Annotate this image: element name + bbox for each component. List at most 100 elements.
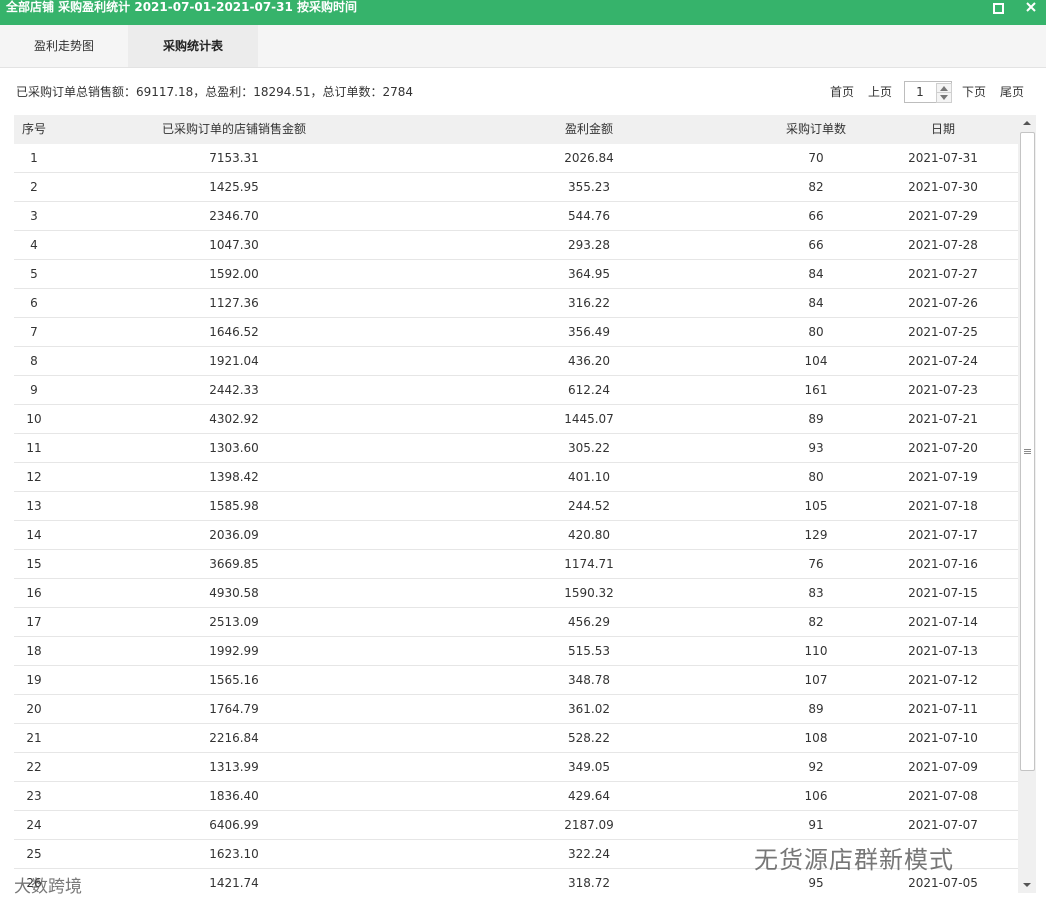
cell-profit-amount: 318.72: [568, 876, 610, 890]
cell-profit-amount: 2187.09: [564, 818, 614, 832]
prev-page-link[interactable]: 上页: [868, 82, 892, 102]
table-row[interactable]: 9 2442.33 612.24 161 2021-07-23: [14, 376, 1018, 405]
first-page-link[interactable]: 首页: [830, 82, 854, 102]
cell-index: 22: [26, 760, 42, 774]
cell-sales-amount: 2346.70: [209, 209, 259, 223]
cell-index: 3: [30, 209, 38, 223]
cell-profit-amount: 356.49: [568, 325, 610, 339]
last-page-link[interactable]: 尾页: [1000, 82, 1024, 102]
table-row[interactable]: 12 1398.42 401.10 80 2021-07-19: [14, 463, 1018, 492]
cell-date: 2021-07-31: [908, 151, 978, 165]
watermark-left: 大数跨境: [14, 877, 82, 897]
cell-order-count: 83: [808, 586, 824, 600]
table-row[interactable]: 2 1425.95 355.23 82 2021-07-30: [14, 173, 1018, 202]
cell-index: 19: [26, 673, 42, 687]
cell-index: 16: [26, 586, 42, 600]
cell-sales-amount: 1585.98: [209, 499, 259, 513]
cell-profit-amount: 1174.71: [564, 557, 614, 571]
cell-order-count: 104: [804, 354, 828, 368]
cell-profit-amount: 244.52: [568, 499, 610, 513]
cell-sales-amount: 1047.30: [209, 238, 259, 252]
scroll-up-button[interactable]: [1018, 115, 1036, 131]
cell-index: 10: [26, 412, 42, 426]
cell-sales-amount: 1623.10: [209, 847, 259, 861]
cell-sales-amount: 3669.85: [209, 557, 259, 571]
page-number-input[interactable]: [905, 82, 935, 102]
table-row[interactable]: 22 1313.99 349.05 92 2021-07-09: [14, 753, 1018, 782]
cell-index: 21: [26, 731, 42, 745]
cell-sales-amount: 6406.99: [209, 818, 259, 832]
table-row[interactable]: 10 4302.92 1445.07 89 2021-07-21: [14, 405, 1018, 434]
cell-index: 6: [30, 296, 38, 310]
cell-sales-amount: 1127.36: [209, 296, 259, 310]
cell-date: 2021-07-07: [908, 818, 978, 832]
cell-date: 2021-07-21: [908, 412, 978, 426]
header-date: 日期: [930, 122, 955, 136]
tab-purchase-statistics[interactable]: 采购统计表: [128, 25, 258, 67]
table-row[interactable]: 24 6406.99 2187.09 91 2021-07-07: [14, 811, 1018, 840]
maximize-button[interactable]: [990, 1, 1008, 17]
table-row[interactable]: 5 1592.00 364.95 84 2021-07-27: [14, 260, 1018, 289]
cell-index: 2: [30, 180, 38, 194]
cell-date: 2021-07-10: [908, 731, 978, 745]
table-row[interactable]: 15 3669.85 1174.71 76 2021-07-16: [14, 550, 1018, 579]
arrow-up-icon: [1023, 121, 1031, 125]
scrollbar-thumb[interactable]: [1020, 132, 1035, 771]
header-profit-amount: 盈利金额: [564, 122, 613, 136]
cell-date: 2021-07-26: [908, 296, 978, 310]
next-page-link[interactable]: 下页: [962, 82, 986, 102]
cell-profit-amount: 1590.32: [564, 586, 614, 600]
cell-profit-amount: 401.10: [568, 470, 610, 484]
cell-index: 12: [26, 470, 42, 484]
table-row[interactable]: 20 1764.79 361.02 89 2021-07-11: [14, 695, 1018, 724]
cell-index: 13: [26, 499, 42, 513]
cell-profit-amount: 612.24: [568, 383, 610, 397]
cell-profit-amount: 293.28: [568, 238, 610, 252]
table-row[interactable]: 8 1921.04 436.20 104 2021-07-24: [14, 347, 1018, 376]
table-row[interactable]: 14 2036.09 420.80 129 2021-07-17: [14, 521, 1018, 550]
cell-sales-amount: 4930.58: [209, 586, 259, 600]
tab-profit-trend[interactable]: 盈利走势图: [0, 25, 128, 67]
table-row[interactable]: 17 2513.09 456.29 82 2021-07-14: [14, 608, 1018, 637]
header-order-count: 采购订单数: [785, 122, 846, 136]
cell-sales-amount: 1421.74: [209, 876, 259, 890]
scroll-down-button[interactable]: [1018, 877, 1036, 893]
table-row[interactable]: 13 1585.98 244.52 105 2021-07-18: [14, 492, 1018, 521]
cell-sales-amount: 1398.42: [209, 470, 259, 484]
table-row[interactable]: 4 1047.30 293.28 66 2021-07-28: [14, 231, 1018, 260]
table-row[interactable]: 6 1127.36 316.22 84 2021-07-26: [14, 289, 1018, 318]
table-row[interactable]: 23 1836.40 429.64 106 2021-07-08: [14, 782, 1018, 811]
cell-profit-amount: 348.78: [568, 673, 610, 687]
cell-order-count: 89: [808, 702, 824, 716]
grip-icon: [1024, 449, 1031, 454]
cell-index: 23: [26, 789, 42, 803]
table-row[interactable]: 16 4930.58 1590.32 83 2021-07-15: [14, 579, 1018, 608]
table-row[interactable]: 1 7153.31 2026.84 70 2021-07-31: [14, 144, 1018, 173]
table-row[interactable]: 18 1992.99 515.53 110 2021-07-13: [14, 637, 1018, 666]
table-row[interactable]: 7 1646.52 356.49 80 2021-07-25: [14, 318, 1018, 347]
cell-profit-amount: 305.22: [568, 441, 610, 455]
cell-profit-amount: 420.80: [568, 528, 610, 542]
table-row[interactable]: 3 2346.70 544.76 66 2021-07-29: [14, 202, 1018, 231]
header-index: 序号: [22, 122, 47, 136]
cell-profit-amount: 515.53: [568, 644, 610, 658]
table-row[interactable]: 21 2216.84 528.22 108 2021-07-10: [14, 724, 1018, 753]
cell-date: 2021-07-13: [908, 644, 978, 658]
cell-index: 1: [30, 151, 38, 165]
cell-order-count: 66: [808, 209, 824, 223]
cell-date: 2021-07-09: [908, 760, 978, 774]
table-row[interactable]: 19 1565.16 348.78 107 2021-07-12: [14, 666, 1018, 695]
cell-sales-amount: 1303.60: [209, 441, 259, 455]
cell-order-count: 84: [808, 267, 824, 281]
cell-date: 2021-07-08: [908, 789, 978, 803]
table-row[interactable]: 11 1303.60 305.22 93 2021-07-20: [14, 434, 1018, 463]
summary-text: 已采购订单总销售额：69117.18，总盈利：18294.51，总订单数：278…: [16, 85, 414, 99]
cell-sales-amount: 1836.40: [209, 789, 259, 803]
cell-index: 17: [26, 615, 42, 629]
close-button[interactable]: [1023, 1, 1041, 17]
page-down-button[interactable]: [936, 92, 952, 103]
cell-order-count: 161: [804, 383, 828, 397]
cell-date: 2021-07-19: [908, 470, 978, 484]
vertical-scrollbar[interactable]: [1018, 115, 1036, 893]
cell-profit-amount: 316.22: [568, 296, 610, 310]
